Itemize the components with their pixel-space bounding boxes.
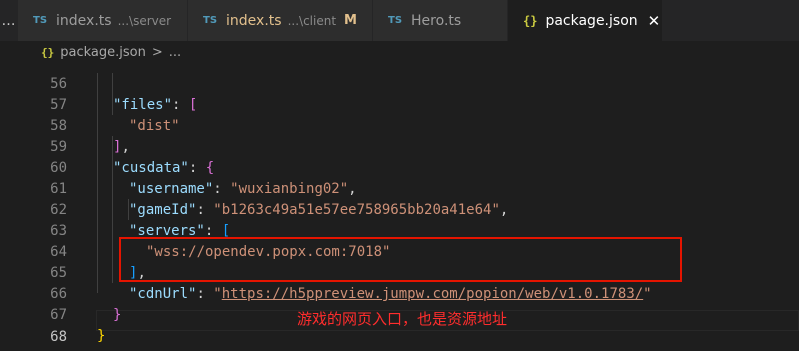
code-line: 62 "servers": [ <box>0 179 799 239</box>
breadcrumb: {} package.json > ... <box>0 41 799 63</box>
line-number: 68 <box>50 329 67 345</box>
code-line: 60 "username": "wuxianbing02", <box>0 137 799 197</box>
tab-label: Hero.ts <box>411 12 462 29</box>
tab-description: ...\server <box>117 13 172 28</box>
tab-label: index.ts <box>56 12 112 29</box>
editor-tab-bar: … TS index.ts ...\server TS index.ts ...… <box>0 0 799 41</box>
json-file-icon: {} <box>523 13 538 28</box>
tab-hero-ts[interactable]: TS Hero.ts <box>373 0 508 41</box>
tab-package-json[interactable]: {} package.json ✕ <box>508 0 663 41</box>
code-line: 57 "dist" <box>0 74 799 134</box>
tab-label: index.ts <box>226 12 282 29</box>
tab-description: ...\client <box>287 13 337 28</box>
code-line: 67 } <box>0 284 799 344</box>
breadcrumb-file[interactable]: package.json <box>60 45 146 60</box>
code-line: 61 "gameId": "b1263c49a51e57ee758965bb20… <box>0 158 799 218</box>
chevron-right-icon: > <box>151 44 163 60</box>
highlight-box <box>119 237 682 282</box>
code-line: 59 "cusdata": { <box>0 116 799 176</box>
typescript-file-icon: TS <box>388 15 403 26</box>
annotation-text: 游戏的网页入口，也是资源地址 <box>297 310 508 328</box>
tab-index-ts-client[interactable]: TS index.ts ...\client M <box>188 0 373 41</box>
typescript-file-icon: TS <box>33 15 48 26</box>
close-icon[interactable]: ✕ <box>648 12 661 30</box>
brace: } <box>97 328 106 344</box>
code-line: 56 "files": [ <box>0 63 799 113</box>
tab-overflow-icon[interactable]: … <box>0 0 18 41</box>
tab-label: package.json <box>545 12 638 29</box>
json-file-icon: {} <box>41 45 55 59</box>
tab-index-ts-server[interactable]: TS index.ts ...\server <box>18 0 188 41</box>
breadcrumb-more[interactable]: ... <box>169 45 181 60</box>
code-line: 63 "wss://opendev.popx.com:7018" <box>0 200 799 260</box>
typescript-file-icon: TS <box>203 15 218 26</box>
modified-badge: M <box>344 13 357 28</box>
code-line: 58 ], <box>0 95 799 155</box>
